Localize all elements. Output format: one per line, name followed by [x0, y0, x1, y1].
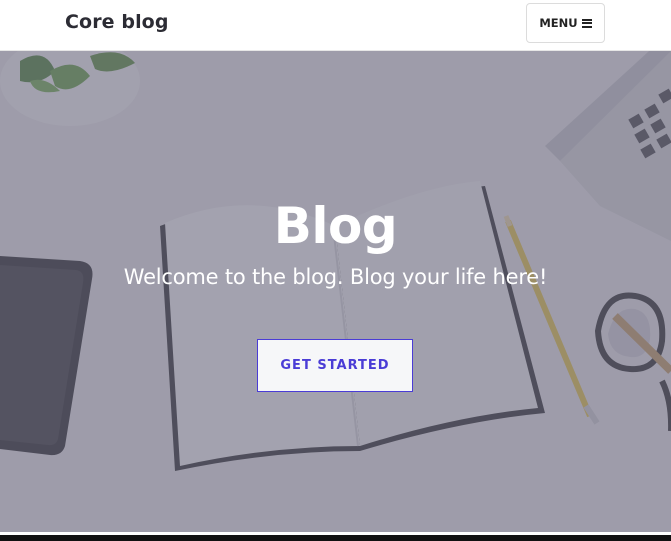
- menu-button[interactable]: MENU: [526, 3, 605, 43]
- hamburger-icon: [581, 18, 592, 28]
- navbar: Core blog MENU: [0, 0, 671, 51]
- brand-logo-link[interactable]: Core blog: [65, 11, 169, 33]
- hero-title: Blog: [273, 197, 398, 255]
- menu-button-label: MENU: [539, 16, 578, 30]
- hero-overlay: [0, 51, 671, 532]
- hero-subtitle: Welcome to the blog. Blog your life here…: [123, 265, 548, 289]
- get-started-button[interactable]: GET STARTED: [257, 339, 413, 392]
- hero-section: Blog Welcome to the blog. Blog your life…: [0, 51, 671, 532]
- bottom-divider: [0, 535, 671, 541]
